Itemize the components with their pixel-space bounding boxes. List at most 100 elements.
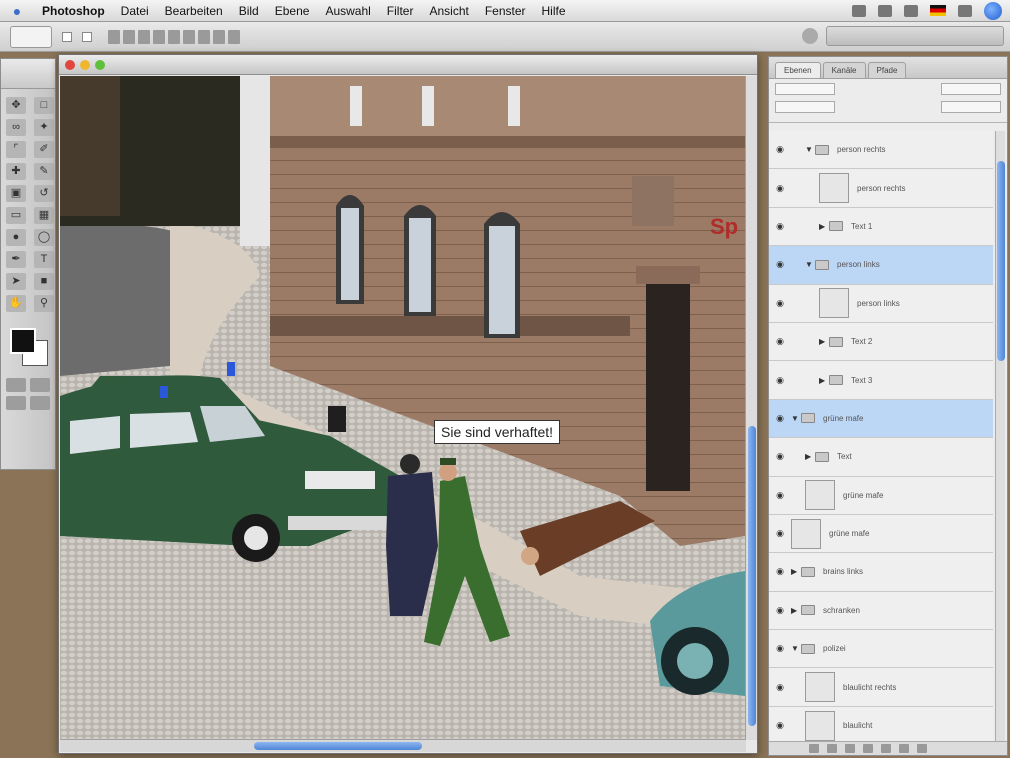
history-brush-tool-icon[interactable]: ↺ bbox=[34, 185, 54, 202]
menu-fenster[interactable]: Fenster bbox=[477, 4, 534, 18]
extra-tool-icon[interactable] bbox=[30, 396, 50, 410]
eye-icon[interactable]: ◉ bbox=[769, 259, 791, 270]
add-mask-icon[interactable] bbox=[845, 744, 855, 753]
fill-field[interactable] bbox=[941, 101, 1001, 113]
spotlight-icon[interactable] bbox=[984, 1, 1002, 20]
eye-icon[interactable]: ◉ bbox=[769, 490, 791, 501]
transform-controls-checkbox[interactable] bbox=[82, 32, 92, 42]
layer-row[interactable]: ◉ ▶ Text 2 bbox=[769, 322, 993, 362]
distribute-2-icon[interactable] bbox=[213, 29, 225, 44]
eye-icon[interactable]: ◉ bbox=[769, 720, 791, 731]
close-window-icon[interactable] bbox=[65, 59, 75, 70]
disclosure-closed-icon[interactable]: ▶ bbox=[819, 376, 829, 385]
disclosure-closed-icon[interactable]: ▶ bbox=[791, 606, 801, 615]
menu-filter[interactable]: Filter bbox=[379, 4, 422, 18]
adjustment-layer-icon[interactable] bbox=[863, 744, 873, 753]
eye-icon[interactable]: ◉ bbox=[769, 183, 791, 194]
brush-tool-icon[interactable]: ✎ bbox=[34, 163, 54, 180]
input-language-flag-icon[interactable] bbox=[930, 5, 946, 16]
tools-palette-header[interactable] bbox=[1, 59, 55, 89]
layer-row[interactable]: ◉ ▶ Text bbox=[769, 438, 993, 477]
eye-icon[interactable]: ◉ bbox=[769, 298, 791, 309]
tab-paths[interactable]: Pfade bbox=[867, 62, 907, 78]
new-layer-icon[interactable] bbox=[899, 744, 909, 753]
eye-icon[interactable]: ◉ bbox=[769, 144, 791, 155]
dodge-tool-icon[interactable]: ◯ bbox=[34, 229, 54, 246]
lock-options[interactable] bbox=[775, 101, 835, 113]
layer-row[interactable]: ◉ grüne mafe bbox=[769, 476, 993, 515]
eraser-tool-icon[interactable]: ▭ bbox=[6, 207, 26, 224]
menu-bild[interactable]: Bild bbox=[231, 4, 267, 18]
lasso-tool-icon[interactable]: ∞ bbox=[6, 119, 26, 136]
layer-row[interactable]: ◉ grüne mafe bbox=[769, 514, 993, 554]
tab-channels[interactable]: Kanäle bbox=[822, 62, 866, 78]
hand-tool-icon[interactable]: ✋ bbox=[6, 295, 26, 312]
crop-tool-icon[interactable]: ⌜ bbox=[6, 141, 26, 158]
align-middle-icon[interactable] bbox=[123, 29, 135, 44]
eye-icon[interactable]: ◉ bbox=[769, 336, 791, 347]
align-left-icon[interactable] bbox=[153, 29, 165, 44]
type-tool-icon[interactable]: T bbox=[34, 251, 54, 268]
move-tool-icon[interactable]: ✥ bbox=[6, 97, 26, 114]
layer-style-icon[interactable] bbox=[827, 744, 837, 753]
layer-row[interactable]: ◉ blaulicht bbox=[769, 706, 993, 743]
document-title-bar[interactable] bbox=[59, 55, 757, 75]
align-top-icon[interactable] bbox=[108, 29, 120, 44]
eye-icon[interactable]: ◉ bbox=[769, 605, 791, 616]
opacity-field[interactable] bbox=[941, 83, 1001, 95]
workspace-switcher[interactable] bbox=[826, 26, 1004, 46]
layer-row[interactable]: ◉ ▶ brains links bbox=[769, 553, 993, 592]
tab-layers[interactable]: Ebenen bbox=[775, 62, 821, 78]
gradient-tool-icon[interactable]: ▦ bbox=[34, 207, 54, 224]
eye-icon[interactable]: ◉ bbox=[769, 566, 791, 577]
magic-wand-tool-icon[interactable]: ✦ bbox=[34, 119, 54, 136]
eye-icon[interactable]: ◉ bbox=[769, 413, 791, 424]
quick-mask-icon[interactable] bbox=[6, 378, 26, 392]
menu-bearbeiten[interactable]: Bearbeiten bbox=[157, 4, 231, 18]
align-bottom-icon[interactable] bbox=[138, 29, 150, 44]
disclosure-closed-icon[interactable]: ▶ bbox=[819, 222, 829, 231]
delete-layer-icon[interactable] bbox=[917, 744, 927, 753]
zoom-tool-icon[interactable]: ⚲ bbox=[34, 295, 54, 312]
image-canvas[interactable]: Sp Sie sind verhaftet! bbox=[60, 76, 745, 740]
eye-icon[interactable]: ◉ bbox=[769, 221, 791, 232]
eye-icon[interactable]: ◉ bbox=[769, 682, 791, 693]
menu-datei[interactable]: Datei bbox=[113, 4, 157, 18]
layer-row[interactable]: ◉ ▼ grüne mafe bbox=[769, 399, 993, 439]
disclosure-open-icon[interactable]: ▼ bbox=[805, 260, 815, 269]
blur-tool-icon[interactable]: ● bbox=[6, 229, 26, 246]
path-selection-tool-icon[interactable]: ➤ bbox=[6, 273, 26, 290]
layer-row[interactable]: ◉ ▶ Text 1 bbox=[769, 207, 993, 247]
menu-app-photoshop[interactable]: Photoshop bbox=[34, 4, 113, 18]
layer-row[interactable]: ◉ person links bbox=[769, 284, 993, 323]
layer-row[interactable]: ◉ ▶ schranken bbox=[769, 591, 993, 631]
distribute-3-icon[interactable] bbox=[228, 29, 240, 44]
disclosure-open-icon[interactable]: ▼ bbox=[791, 644, 801, 653]
disclosure-open-icon[interactable]: ▼ bbox=[805, 145, 815, 154]
jump-to-imageready-icon[interactable] bbox=[6, 396, 26, 410]
volume-icon[interactable] bbox=[904, 4, 918, 17]
layer-row[interactable]: ◉ ▼ polizei bbox=[769, 630, 993, 669]
blend-mode-select[interactable] bbox=[775, 83, 835, 95]
minimize-window-icon[interactable] bbox=[80, 59, 90, 70]
bridge-icon[interactable] bbox=[802, 28, 818, 44]
stamp-tool-icon[interactable]: ▣ bbox=[6, 185, 26, 202]
screen-mode-icon[interactable] bbox=[30, 378, 50, 392]
disclosure-open-icon[interactable]: ▼ bbox=[791, 414, 801, 423]
eye-icon[interactable]: ◉ bbox=[769, 643, 791, 654]
pen-tool-icon[interactable]: ✒ bbox=[6, 251, 26, 268]
healing-tool-icon[interactable]: ✚ bbox=[6, 163, 26, 180]
layer-row[interactable]: ◉ blaulicht rechts bbox=[769, 668, 993, 707]
apple-icon[interactable]: ● bbox=[0, 3, 34, 19]
align-right-icon[interactable] bbox=[183, 29, 195, 44]
zoom-window-icon[interactable] bbox=[95, 59, 105, 70]
foreground-color-swatch[interactable] bbox=[10, 328, 36, 354]
auto-select-checkbox[interactable] bbox=[62, 32, 72, 42]
layer-row[interactable]: ◉ ▶ Text 3 bbox=[769, 361, 993, 400]
tool-preset-picker[interactable] bbox=[10, 25, 52, 48]
marquee-tool-icon[interactable]: □ bbox=[34, 97, 54, 114]
menu-hilfe[interactable]: Hilfe bbox=[534, 4, 574, 18]
shape-tool-icon[interactable]: ■ bbox=[34, 273, 54, 290]
vertical-scrollbar[interactable] bbox=[745, 76, 757, 740]
eye-icon[interactable]: ◉ bbox=[769, 528, 791, 539]
